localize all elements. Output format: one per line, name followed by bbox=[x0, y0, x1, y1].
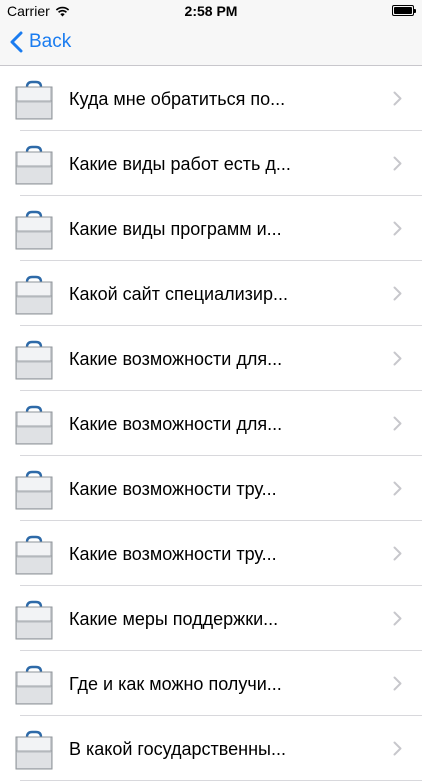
briefcase-icon bbox=[15, 145, 53, 185]
list-item-label: Где и как можно получи... bbox=[69, 674, 282, 694]
briefcase-icon bbox=[15, 665, 53, 705]
list-item-label: Какие меры поддержки... bbox=[69, 609, 279, 629]
list-item-label: Какие виды работ есть д... bbox=[69, 154, 291, 174]
list-item[interactable]: Какие виды работ есть д... bbox=[0, 131, 422, 196]
list-item[interactable]: Какие виды программ и... bbox=[0, 196, 422, 261]
chevron-right-icon bbox=[393, 676, 402, 691]
status-bar: Carrier 2:58 PM bbox=[0, 0, 422, 22]
list-item-label: Куда мне обратиться по... bbox=[69, 89, 286, 109]
list-item[interactable]: Какие меры поддержки... bbox=[0, 586, 422, 651]
chevron-right-icon bbox=[393, 611, 402, 626]
briefcase-icon bbox=[15, 80, 53, 120]
list-item[interactable]: Какие возможности для... bbox=[0, 391, 422, 456]
list-item-label: В какой государственны... bbox=[69, 739, 286, 759]
briefcase-icon bbox=[15, 275, 53, 315]
chevron-right-icon bbox=[393, 741, 402, 756]
briefcase-icon bbox=[15, 470, 53, 510]
list-item[interactable]: В какой государственны... bbox=[0, 716, 422, 781]
list-item-label: Какие возможности для... bbox=[69, 414, 283, 434]
chevron-right-icon bbox=[393, 546, 402, 561]
list-item[interactable]: Какие возможности для... bbox=[0, 326, 422, 391]
briefcase-icon bbox=[15, 340, 53, 380]
briefcase-icon bbox=[15, 600, 53, 640]
list-item-label: Какие возможности для... bbox=[69, 349, 283, 369]
list-item-label: Какие возможности тру... bbox=[69, 479, 277, 499]
chevron-right-icon bbox=[393, 416, 402, 431]
topic-list: Куда мне обратиться по... Какие виды раб… bbox=[0, 66, 422, 781]
list-item[interactable]: Какие возможности тру... bbox=[0, 521, 422, 586]
briefcase-icon bbox=[15, 730, 53, 770]
chevron-right-icon bbox=[393, 156, 402, 171]
chevron-right-icon bbox=[393, 481, 402, 496]
back-button[interactable]: Back bbox=[10, 31, 71, 53]
list-item[interactable]: Какие возможности тру... bbox=[0, 456, 422, 521]
chevron-right-icon bbox=[393, 91, 402, 106]
briefcase-icon bbox=[15, 210, 53, 250]
chevron-right-icon bbox=[393, 221, 402, 236]
list-item[interactable]: Какой сайт специализир... bbox=[0, 261, 422, 326]
status-time: 2:58 PM bbox=[184, 3, 238, 19]
list-item[interactable]: Где и как можно получи... bbox=[0, 651, 422, 716]
chevron-right-icon bbox=[393, 351, 402, 366]
list-item-label: Какие виды программ и... bbox=[69, 219, 282, 239]
chevron-left-icon bbox=[10, 31, 23, 53]
briefcase-icon bbox=[15, 405, 53, 445]
briefcase-icon bbox=[15, 535, 53, 575]
back-label: Back bbox=[29, 31, 72, 52]
navigation-bar: Back bbox=[0, 22, 422, 66]
list-item[interactable]: Куда мне обратиться по... bbox=[0, 66, 422, 131]
list-item-label: Какие возможности тру... bbox=[69, 544, 277, 564]
chevron-right-icon bbox=[393, 286, 402, 301]
list-item-label: Какой сайт специализир... bbox=[69, 284, 288, 304]
battery-icon bbox=[392, 5, 416, 16]
